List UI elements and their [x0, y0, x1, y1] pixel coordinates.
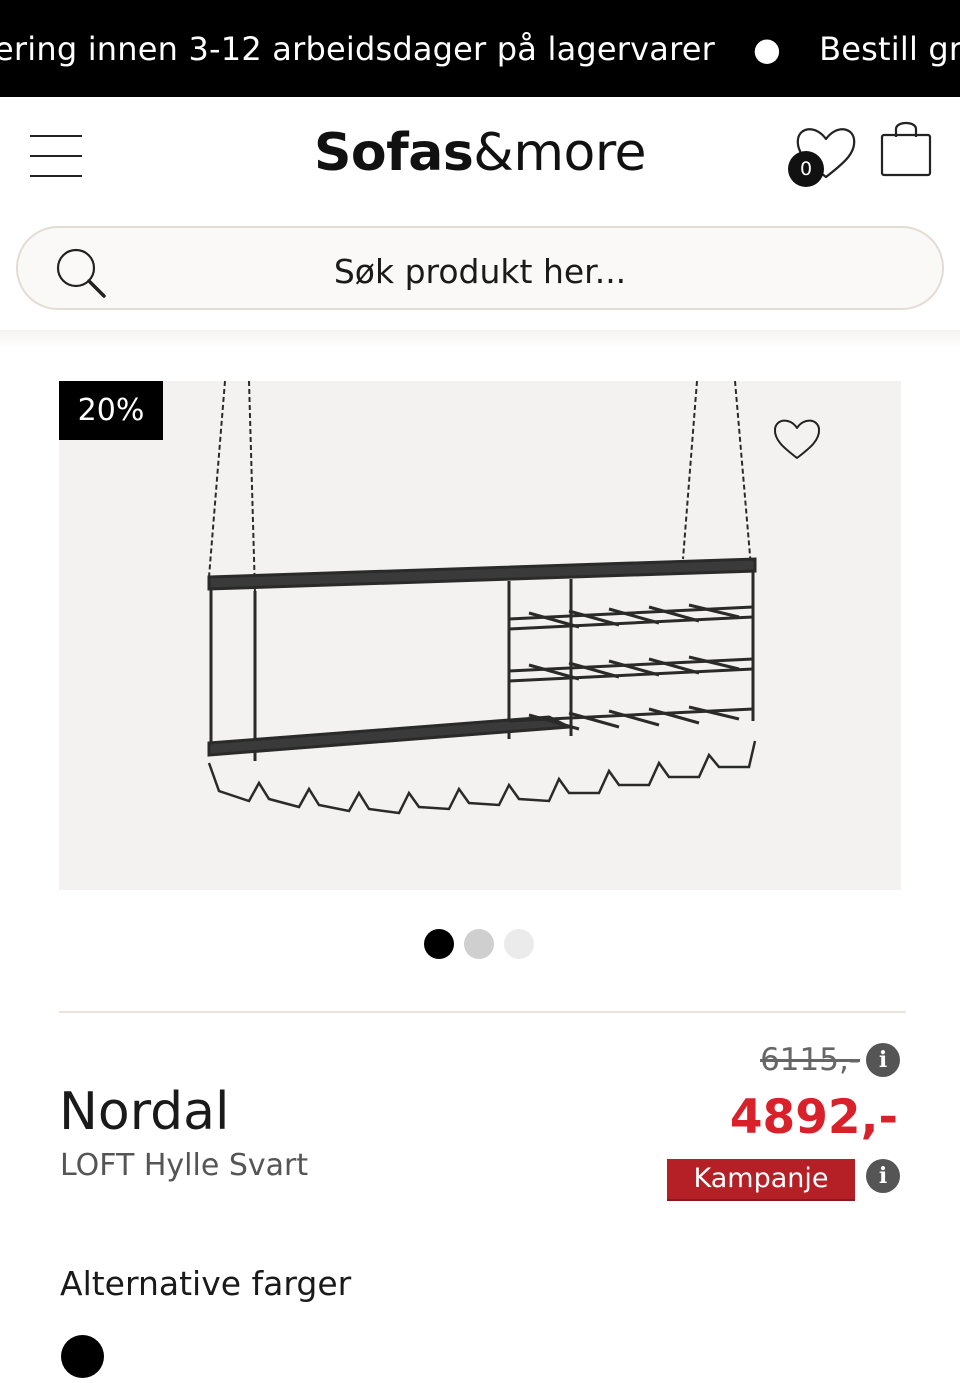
logo-text-sofas: Sofas	[313, 123, 474, 183]
heart-outline-icon	[773, 419, 821, 459]
site-header: Sofas&more 0	[0, 97, 960, 217]
announcement-track: ering innen 3-12 arbeidsdager på lagerva…	[0, 30, 960, 68]
product-brand: Nordal	[59, 1082, 230, 1142]
color-swatch-black[interactable]	[61, 1335, 104, 1378]
old-price: 6115,-	[760, 1042, 860, 1078]
header-shadow	[0, 330, 960, 348]
announcement-text-delivery: ering innen 3-12 arbeidsdager på lagerva…	[0, 30, 715, 68]
carousel-dot-3[interactable]	[504, 929, 534, 959]
price-info-icon[interactable]: i	[866, 1043, 900, 1077]
search-bar[interactable]: Søk produkt her...	[16, 226, 944, 310]
add-to-wishlist-button[interactable]	[770, 414, 824, 464]
sale-price: 4892,-	[729, 1090, 898, 1145]
wishlist-count-badge: 0	[788, 151, 824, 187]
carousel-dot-2[interactable]	[464, 929, 494, 959]
search-input[interactable]: Søk produkt her...	[18, 252, 942, 291]
cart-button[interactable]	[878, 117, 934, 179]
section-divider	[59, 1011, 906, 1013]
announcement-bar: ering innen 3-12 arbeidsdager på lagerva…	[0, 0, 960, 97]
carousel-dot-1[interactable]	[424, 929, 454, 959]
wishlist-button[interactable]: 0	[788, 121, 860, 187]
discount-badge: 20%	[59, 381, 163, 440]
announcement-separator: ●	[752, 30, 782, 68]
alternative-colors-title: Alternative farger	[60, 1264, 352, 1303]
product-name: LOFT Hylle Svart	[60, 1148, 309, 1183]
shopping-bag-icon	[880, 121, 932, 177]
campaign-info-icon[interactable]: i	[866, 1159, 900, 1193]
announcement-text-order: Bestill grat	[819, 30, 960, 68]
campaign-badge: Kampanje	[667, 1159, 855, 1201]
logo-text-more: &more	[473, 123, 647, 183]
